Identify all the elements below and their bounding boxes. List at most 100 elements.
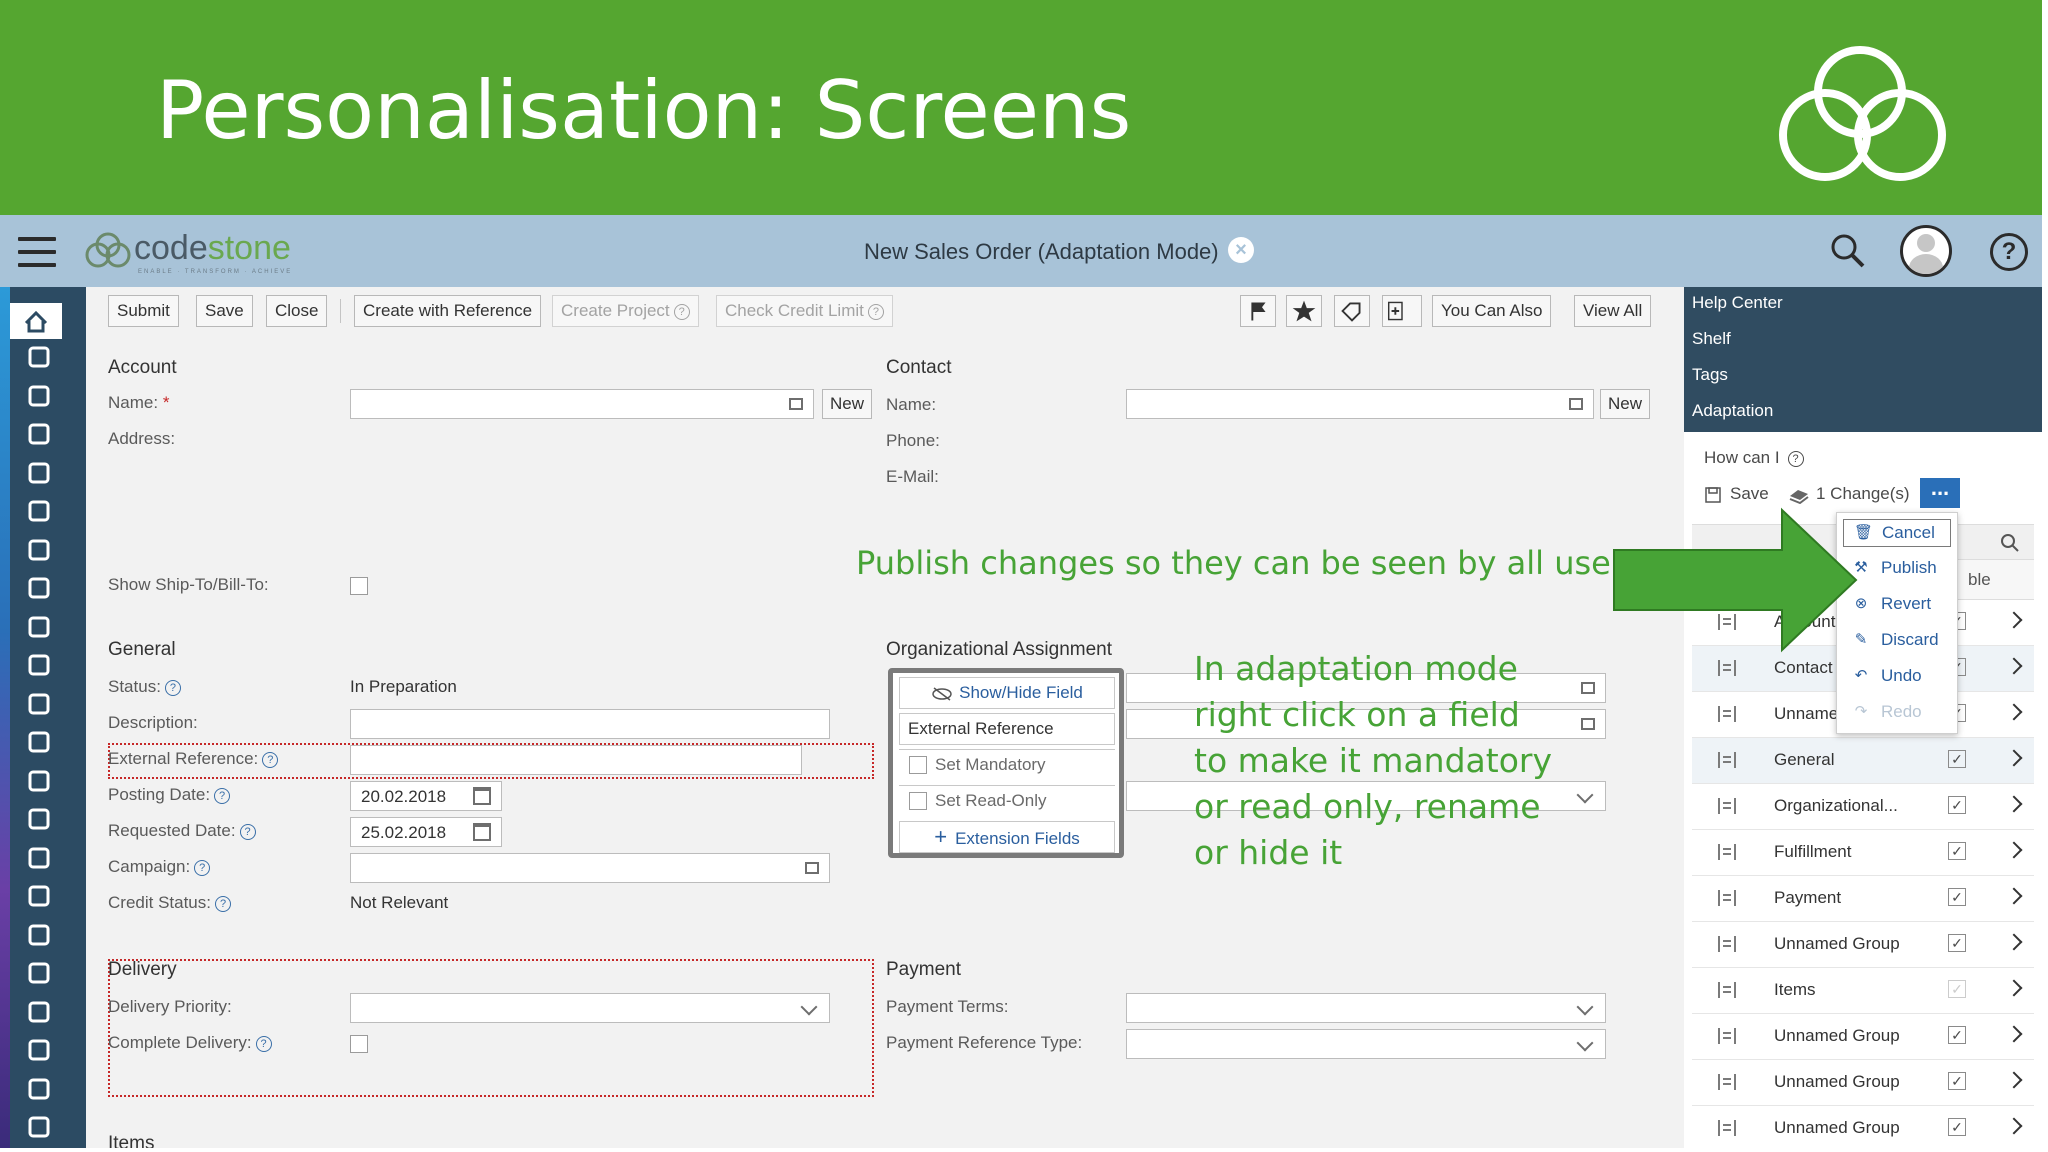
visible-checkbox[interactable]: ✓ (1948, 888, 1966, 906)
support-icon[interactable] (22, 844, 56, 872)
refresh-icon[interactable] (22, 343, 56, 371)
chevron-right-icon[interactable] (2005, 749, 2023, 767)
set-mandatory-option[interactable]: Set Mandatory (899, 749, 1115, 781)
visible-checkbox[interactable]: ✓ (1948, 980, 1966, 998)
you-can-also-button[interactable]: You Can Also (1432, 295, 1552, 327)
add-item-icon[interactable] (1382, 295, 1422, 327)
posting-date-input[interactable]: 20.02.2018 (350, 781, 502, 811)
sign-icon[interactable] (22, 497, 56, 525)
visible-checkbox[interactable]: ✓ (1948, 842, 1966, 860)
hamburger-icon[interactable] (18, 237, 56, 267)
chevron-right-icon[interactable] (2005, 841, 2023, 859)
team-icon[interactable] (22, 459, 56, 487)
profile-icon[interactable] (22, 767, 56, 795)
chevron-right-icon[interactable] (2005, 887, 2023, 905)
chevron-right-icon[interactable] (2005, 1071, 2023, 1089)
campaign-icon[interactable] (22, 613, 56, 641)
view-all-button[interactable]: View All (1574, 295, 1652, 327)
bar-chart-icon[interactable] (22, 382, 56, 410)
visible-checkbox[interactable]: ✓ (1948, 934, 1966, 952)
description-input[interactable] (350, 709, 830, 739)
show-hide-field-option[interactable]: Show/Hide Field (899, 677, 1115, 709)
external-reference-input[interactable] (350, 745, 802, 775)
more-actions-button[interactable]: ... (1920, 477, 1960, 508)
checklist-icon[interactable] (22, 882, 56, 910)
document-icon[interactable] (22, 690, 56, 718)
cancel-menu-item[interactable]: 🗑 Cancel (1843, 519, 1951, 547)
grid-row[interactable]: Unnamed Group ✓ (1692, 922, 2034, 968)
grid-row[interactable]: Payment ✓ (1692, 876, 2034, 922)
publish-menu-item[interactable]: ⚒ Publish (1843, 555, 1951, 583)
person-icon[interactable] (22, 1075, 56, 1103)
tag-icon[interactable] (1334, 295, 1370, 327)
visible-checkbox[interactable]: ✓ (1948, 750, 1966, 768)
grid-row[interactable]: Organizational... ✓ (1692, 784, 2034, 830)
analytics-icon[interactable] (22, 420, 56, 448)
help-icon[interactable]: ? (194, 859, 211, 876)
shelf-link[interactable]: Shelf (1692, 329, 1731, 349)
grid-row[interactable]: Fulfillment ✓ (1692, 830, 2034, 876)
delivery-priority-select[interactable] (350, 993, 830, 1023)
search-icon[interactable] (2000, 533, 2020, 553)
search-icon[interactable] (1830, 233, 1866, 269)
revert-menu-item[interactable]: ⊗ Revert (1843, 591, 1951, 619)
campaign-input[interactable] (350, 853, 830, 883)
show-ship-to-checkbox[interactable] (350, 577, 368, 595)
person-icon[interactable] (22, 959, 56, 987)
save-button[interactable]: Save (196, 295, 253, 327)
check-credit-limit-button[interactable]: Check Credit Limit? (716, 295, 893, 327)
visible-checkbox[interactable]: ✓ (1948, 1072, 1966, 1090)
set-read-only-checkbox[interactable] (909, 792, 927, 810)
chevron-right-icon[interactable] (2005, 703, 2023, 721)
visible-checkbox[interactable]: ✓ (1948, 1026, 1966, 1044)
value-help-icon[interactable] (789, 398, 803, 410)
chevron-right-icon[interactable] (2005, 611, 2023, 629)
grid-row[interactable]: Unnamed Group ✓ (1692, 1014, 2034, 1060)
value-help-icon[interactable] (1581, 682, 1595, 694)
requested-date-input[interactable]: 25.02.2018 (350, 817, 502, 847)
help-center-link[interactable]: Help Center (1692, 293, 1783, 313)
grid-row[interactable]: Unnamed Group ✓ (1692, 1060, 2034, 1106)
calendar-icon[interactable] (473, 787, 491, 805)
home-icon[interactable] (10, 303, 62, 339)
value-help-icon[interactable] (1569, 398, 1583, 410)
clipboard-icon[interactable] (22, 805, 56, 833)
flag-icon[interactable] (1240, 295, 1276, 327)
chevron-right-icon[interactable] (2005, 795, 2023, 813)
chevron-right-icon[interactable] (2005, 933, 2023, 951)
new-account-button[interactable]: New (822, 389, 873, 419)
how-can-i-link[interactable]: How can I? (1704, 448, 1804, 468)
help-icon[interactable]: ? (215, 895, 231, 912)
help-icon[interactable]: ? (239, 823, 256, 840)
account-name-input[interactable] (350, 389, 814, 419)
external-reference-label[interactable]: External Reference:? (108, 749, 279, 769)
adaptation-link[interactable]: Adaptation (1692, 401, 1773, 421)
tags-link[interactable]: Tags (1692, 365, 1728, 385)
submit-button[interactable]: Submit (108, 295, 179, 327)
close-button[interactable]: Close (266, 295, 328, 327)
grid-row[interactable]: Items ✓ (1692, 968, 2034, 1014)
new-contact-button[interactable]: New (1600, 389, 1651, 419)
star-icon[interactable] (1286, 295, 1322, 327)
visible-checkbox[interactable]: ✓ (1948, 796, 1966, 814)
create-with-reference-button[interactable]: Create with Reference (354, 295, 542, 327)
grid-row[interactable]: General ✓ (1692, 738, 2034, 784)
grid-row[interactable]: Unnamed Group ✓ (1692, 1106, 2034, 1152)
help-icon[interactable]: ? (214, 787, 231, 804)
create-project-button[interactable]: Create Project? (552, 295, 699, 327)
help-icon[interactable]: ? (1990, 233, 2028, 271)
chevron-right-icon[interactable] (2005, 657, 2023, 675)
value-help-icon[interactable] (1581, 718, 1595, 730)
visible-checkbox[interactable]: ✓ (1948, 1118, 1966, 1136)
field-rename-input[interactable]: External Reference (899, 713, 1115, 745)
help-icon[interactable]: ? (262, 751, 279, 768)
chevron-right-icon[interactable] (2005, 1117, 2023, 1135)
chevron-right-icon[interactable] (2005, 1025, 2023, 1043)
value-help-icon[interactable] (805, 862, 819, 874)
account-card-icon[interactable] (22, 651, 56, 679)
close-adaptation-icon[interactable]: × (1228, 237, 1254, 263)
complete-delivery-checkbox[interactable] (350, 1035, 368, 1053)
set-read-only-option[interactable]: Set Read-Only (899, 785, 1115, 817)
payment-reference-type-select[interactable] (1126, 1029, 1606, 1059)
undo-menu-item[interactable]: ↶ Undo (1843, 663, 1951, 691)
